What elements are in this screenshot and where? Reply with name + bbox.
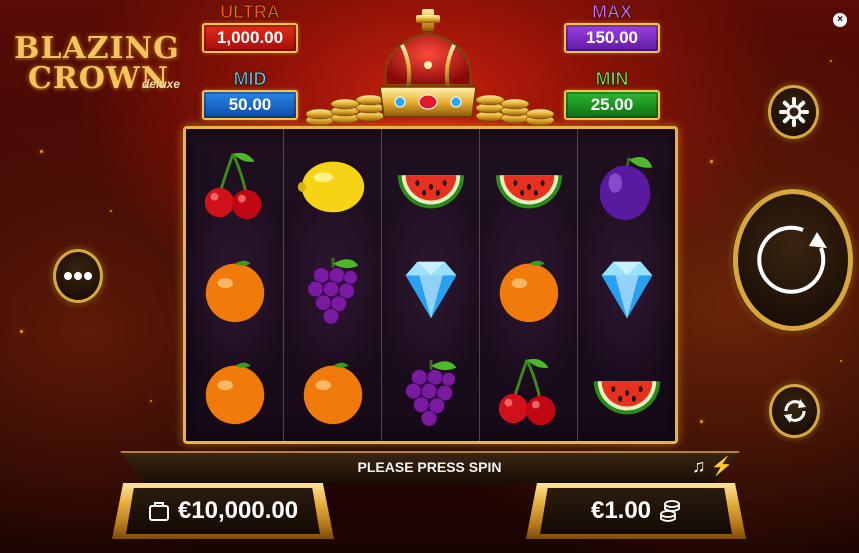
lemon-icon bbox=[284, 133, 381, 237]
crown-icon bbox=[379, 9, 477, 118]
jackpot-ultra: ULTRA 1,000.00 bbox=[202, 3, 298, 53]
bet-value: €1.00 bbox=[590, 497, 652, 524]
grapes-icon bbox=[382, 339, 479, 443]
plum-icon bbox=[578, 133, 675, 237]
logo-line1: BLAZING bbox=[14, 31, 180, 66]
spark bbox=[830, 60, 832, 62]
watermelon-icon bbox=[480, 133, 577, 237]
cherry-icon bbox=[480, 339, 577, 443]
spark bbox=[700, 420, 703, 423]
jackpot-min-label: MIN bbox=[595, 69, 629, 89]
settings-button[interactable] bbox=[768, 85, 819, 139]
more-options-button[interactable] bbox=[53, 249, 103, 303]
jackpot-max-value: 150.00 bbox=[564, 23, 660, 53]
cherry-icon bbox=[186, 133, 283, 237]
spark bbox=[40, 150, 43, 153]
jackpot-mid-value: 50.00 bbox=[202, 90, 298, 120]
reel-3 bbox=[382, 129, 480, 441]
coins-icon bbox=[660, 500, 680, 522]
spin-arrow-icon bbox=[757, 225, 827, 294]
orange-icon bbox=[186, 339, 283, 443]
wallet-icon bbox=[148, 502, 169, 521]
spark bbox=[710, 160, 713, 163]
watermelon-icon bbox=[382, 133, 479, 237]
balance-panel: €10,000.00 bbox=[112, 483, 334, 539]
game-logo: BLAZING CROWN deluxe bbox=[14, 34, 194, 94]
autoplay-icon bbox=[783, 399, 806, 423]
jackpot-ultra-label: ULTRA bbox=[220, 2, 281, 22]
grapes-icon bbox=[284, 237, 381, 341]
orange-icon bbox=[284, 339, 381, 443]
logo-suffix: deluxe bbox=[142, 77, 181, 91]
reel-4 bbox=[480, 129, 578, 441]
jackpot-min-value: 25.00 bbox=[564, 90, 660, 120]
orange-icon bbox=[186, 237, 283, 341]
spark bbox=[20, 330, 23, 333]
bet-panel[interactable]: €1.00 bbox=[526, 483, 746, 539]
music-icon[interactable]: ♫ bbox=[692, 456, 706, 476]
jackpot-min: MIN 25.00 bbox=[564, 70, 660, 120]
reel-grid bbox=[183, 126, 678, 444]
reel-5 bbox=[578, 129, 675, 441]
spark bbox=[150, 400, 152, 402]
turbo-icon[interactable]: ⚡ bbox=[711, 456, 733, 476]
gear-icon bbox=[778, 97, 809, 127]
jackpot-mid: MID 50.00 bbox=[202, 70, 298, 120]
autoplay-button[interactable] bbox=[769, 384, 820, 438]
balance-value: €10,000.00 bbox=[177, 497, 299, 524]
reel-1 bbox=[186, 129, 284, 441]
spark bbox=[110, 210, 112, 212]
jackpot-mid-label: MID bbox=[233, 69, 267, 89]
spin-button[interactable] bbox=[733, 189, 853, 331]
diamond-icon bbox=[382, 237, 479, 341]
jackpot-ultra-value: 1,000.00 bbox=[202, 23, 298, 53]
jackpot-max-label: MAX bbox=[592, 2, 633, 22]
close-button[interactable]: × bbox=[833, 13, 847, 27]
diamond-icon bbox=[578, 237, 675, 341]
reel-2 bbox=[284, 129, 382, 441]
watermelon-icon bbox=[578, 339, 675, 443]
audio-controls: ♫ ⚡ bbox=[692, 456, 733, 477]
orange-icon bbox=[480, 237, 577, 341]
spark bbox=[840, 360, 842, 362]
jackpot-max: MAX 150.00 bbox=[564, 3, 660, 53]
more-icon bbox=[64, 272, 92, 280]
